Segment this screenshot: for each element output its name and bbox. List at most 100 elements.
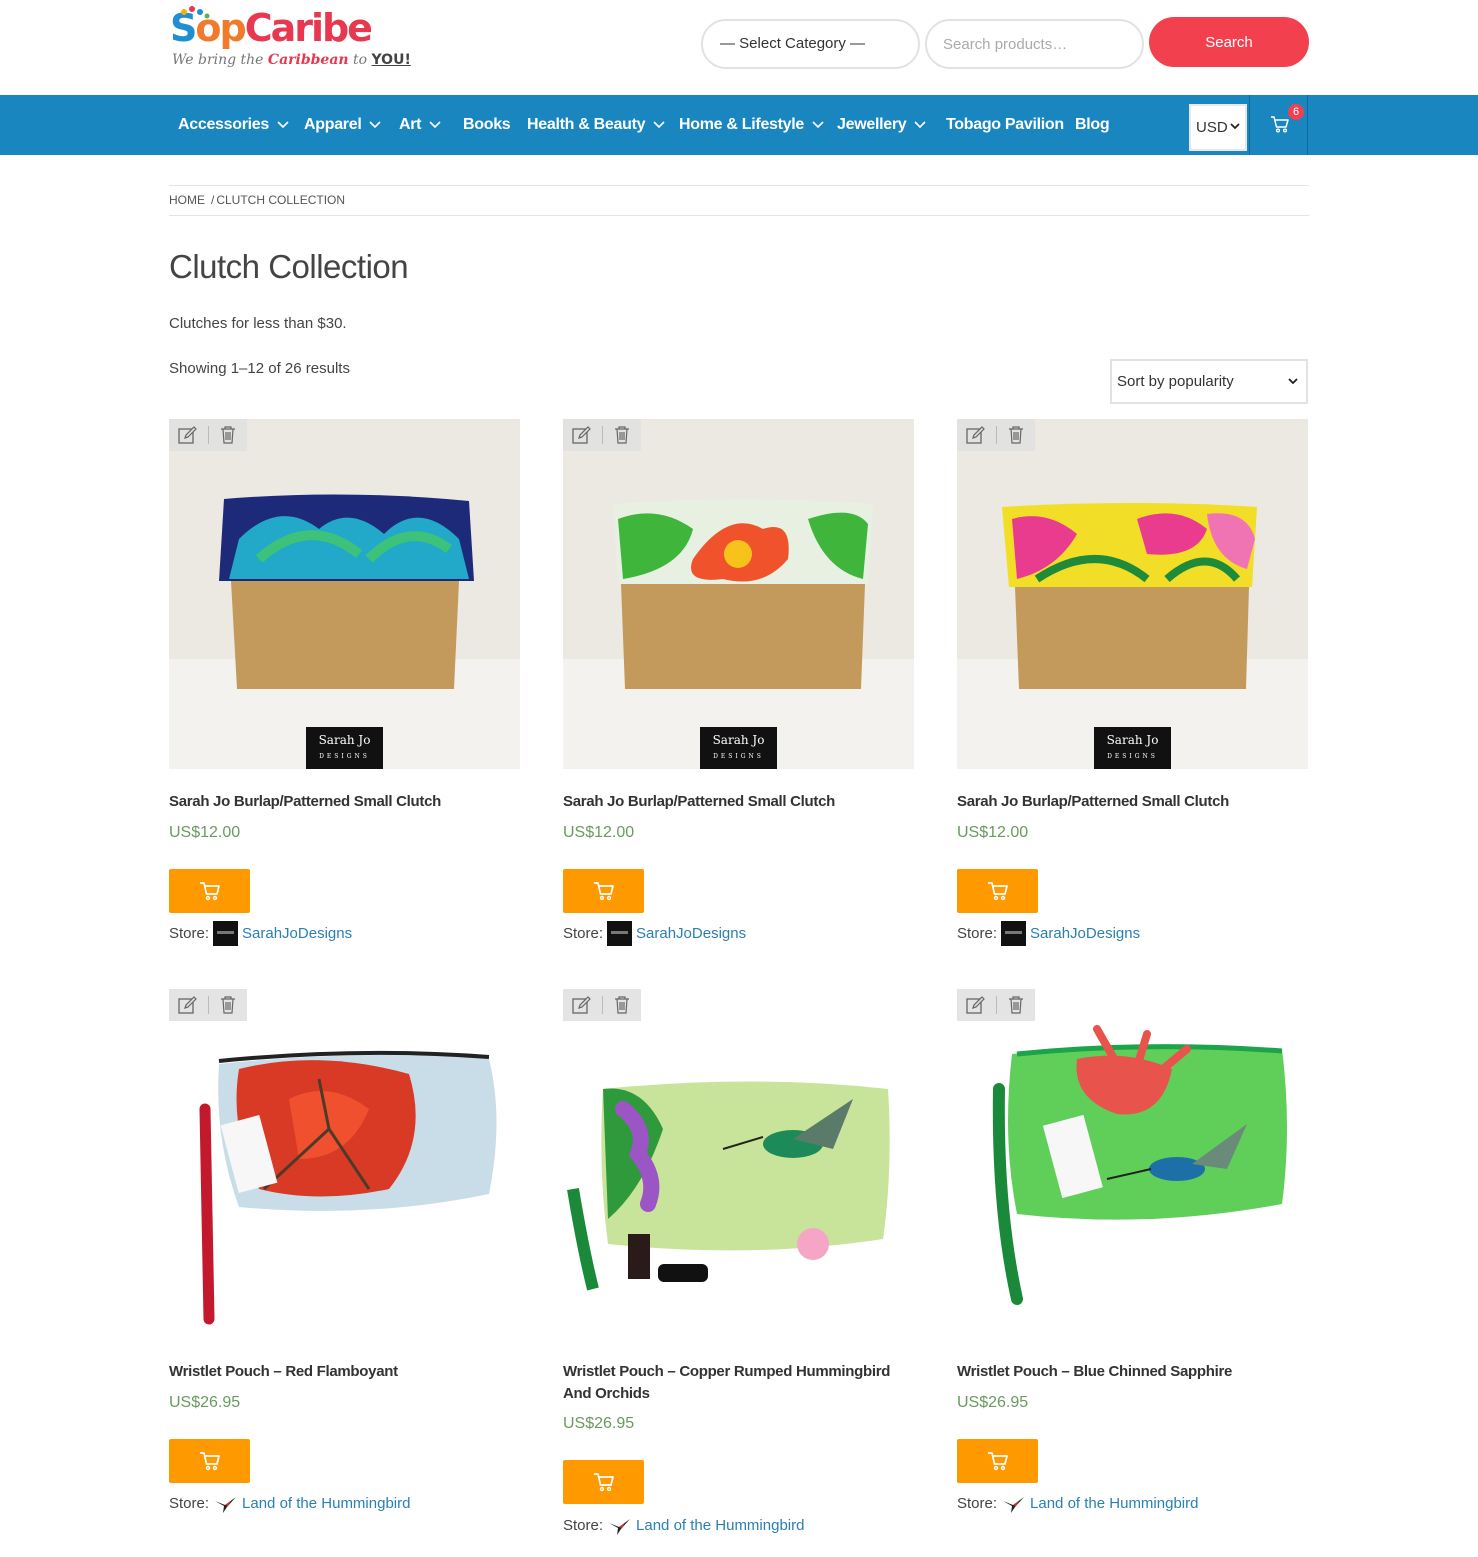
product-store: Store: SarahJoDesigns: [169, 921, 352, 946]
edit-icon: [178, 426, 198, 444]
nav-item-blog[interactable]: Blog: [1075, 95, 1110, 155]
store-link[interactable]: SarahJoDesigns: [242, 925, 352, 942]
breadcrumb-current: Clutch Collection: [216, 193, 346, 207]
product-title[interactable]: Wristlet Pouch – Copper Rumped Hummingbi…: [563, 1361, 903, 1405]
nav-item-label: Apparel: [304, 116, 362, 133]
store-link[interactable]: Land of the Hummingbird: [636, 1517, 804, 1534]
logo-tagline: We bring the Caribbean to YOU!: [172, 52, 411, 68]
product-image[interactable]: [169, 989, 520, 1339]
search-button[interactable]: Search: [1149, 17, 1309, 67]
product-title[interactable]: Sarah Jo Burlap/Patterned Small Clutch: [169, 791, 509, 813]
edit-button[interactable]: [169, 989, 208, 1021]
delete-button[interactable]: [208, 419, 247, 451]
delete-button[interactable]: [602, 989, 641, 1021]
delete-button[interactable]: [208, 989, 247, 1021]
product-image[interactable]: [169, 419, 520, 769]
nav-item-label: Tobago Pavilion: [946, 116, 1064, 133]
store-logo-icon: [607, 921, 633, 946]
hummingbird-logo-icon: [609, 1519, 631, 1535]
product-brand-tag: Sarah Jo DESIGNS: [306, 733, 383, 764]
sort-select[interactable]: Sort by popularity: [1110, 359, 1308, 404]
nav-item-label: Art: [399, 116, 422, 133]
nav-item-home-lifestyle[interactable]: Home & Lifestyle: [679, 95, 824, 155]
nav-item-books[interactable]: Books: [463, 95, 511, 155]
delete-button[interactable]: [996, 989, 1035, 1021]
nav-item-accessories[interactable]: Accessories: [178, 95, 289, 155]
store-label: Store:: [563, 1517, 604, 1534]
edit-button[interactable]: [563, 989, 602, 1021]
nav-item-label: Home & Lifestyle: [679, 116, 805, 133]
page-description: Clutches for less than $30.: [169, 315, 347, 332]
search-input[interactable]: [925, 19, 1144, 69]
nav-item-jewellery[interactable]: Jewellery: [837, 95, 926, 155]
nav-item-apparel[interactable]: Apparel: [304, 95, 382, 155]
shopcaribe-logo[interactable]: SopCaribe We bring the Caribbean to YOU!: [170, 4, 411, 72]
nav-item-art[interactable]: Art: [399, 95, 441, 155]
store-link[interactable]: SarahJoDesigns: [636, 925, 746, 942]
add-to-cart-button[interactable]: [563, 1460, 644, 1504]
product-price: US$26.95: [957, 1394, 1029, 1411]
edit-icon: [572, 426, 592, 444]
edit-button[interactable]: [169, 419, 208, 451]
product-price: US$26.95: [169, 1394, 241, 1411]
brand-subtitle: DESIGNS: [319, 753, 370, 760]
cart-icon: [199, 1452, 220, 1471]
currency-select[interactable]: USD: [1189, 104, 1247, 151]
product-title[interactable]: Wristlet Pouch – Blue Chinned Sapphire: [957, 1361, 1297, 1383]
add-to-cart-button[interactable]: [563, 869, 644, 913]
product-title[interactable]: Wristlet Pouch – Red Flamboyant: [169, 1361, 509, 1383]
trash-icon: [220, 426, 235, 444]
sort-value: Sort by popularity: [1117, 373, 1234, 390]
nav-item-tobago-pavilion[interactable]: Tobago Pavilion: [946, 95, 1064, 155]
add-to-cart-button[interactable]: [957, 869, 1038, 913]
product-tools: [563, 989, 641, 1021]
product-store: Store: SarahJoDesigns: [563, 921, 746, 946]
brand-name: Sarah Jo: [712, 733, 765, 747]
product-title[interactable]: Sarah Jo Burlap/Patterned Small Clutch: [957, 791, 1297, 813]
edit-icon: [966, 426, 986, 444]
header-cart-button[interactable]: 6: [1249, 95, 1308, 155]
add-to-cart-button[interactable]: [957, 1439, 1038, 1483]
product-brand-tag: Sarah Jo DESIGNS: [700, 733, 777, 764]
edit-button[interactable]: [563, 419, 602, 451]
product-image[interactable]: [563, 419, 914, 769]
product-price: US$12.00: [563, 824, 635, 841]
chevron-down-icon: [653, 121, 665, 129]
trash-icon: [1008, 996, 1023, 1014]
product-image[interactable]: [563, 989, 914, 1339]
store-label: Store:: [957, 1495, 998, 1512]
nav-item-label: Books: [463, 116, 511, 133]
cart-icon: [987, 882, 1008, 901]
cart-icon: [199, 882, 220, 901]
chevron-down-icon: [277, 121, 289, 129]
store-link[interactable]: Land of the Hummingbird: [1030, 1495, 1198, 1512]
store-link[interactable]: Land of the Hummingbird: [242, 1495, 410, 1512]
breadcrumb-home[interactable]: Home: [169, 193, 205, 207]
edit-icon: [572, 996, 592, 1014]
add-to-cart-button[interactable]: [169, 1439, 250, 1483]
edit-button[interactable]: [957, 419, 996, 451]
delete-button[interactable]: [602, 419, 641, 451]
store-link[interactable]: SarahJoDesigns: [1030, 925, 1140, 942]
product-title[interactable]: Sarah Jo Burlap/Patterned Small Clutch: [563, 791, 903, 813]
product-image[interactable]: [957, 419, 1308, 769]
brand-name: Sarah Jo: [1106, 733, 1159, 747]
cart-count-badge: 6: [1288, 104, 1304, 120]
add-to-cart-button[interactable]: [169, 869, 250, 913]
product-tools: [169, 419, 247, 451]
nav-item-health-beauty[interactable]: Health & Beauty: [527, 95, 665, 155]
product-price: US$26.95: [563, 1415, 635, 1432]
category-select[interactable]: — Select Category —: [701, 19, 920, 69]
chevron-down-icon: [812, 121, 824, 129]
edit-button[interactable]: [957, 989, 996, 1021]
logo-dots-icon: [181, 6, 210, 19]
chevron-down-icon: [1230, 123, 1240, 130]
cart-icon: [593, 882, 614, 901]
product-brand-tag: Sarah Jo DESIGNS: [1094, 733, 1171, 764]
product-image[interactable]: [957, 989, 1308, 1339]
product-tools: [957, 989, 1035, 1021]
store-label: Store:: [957, 925, 998, 942]
trash-icon: [220, 996, 235, 1014]
delete-button[interactable]: [996, 419, 1035, 451]
brand-subtitle: DESIGNS: [1107, 753, 1158, 760]
